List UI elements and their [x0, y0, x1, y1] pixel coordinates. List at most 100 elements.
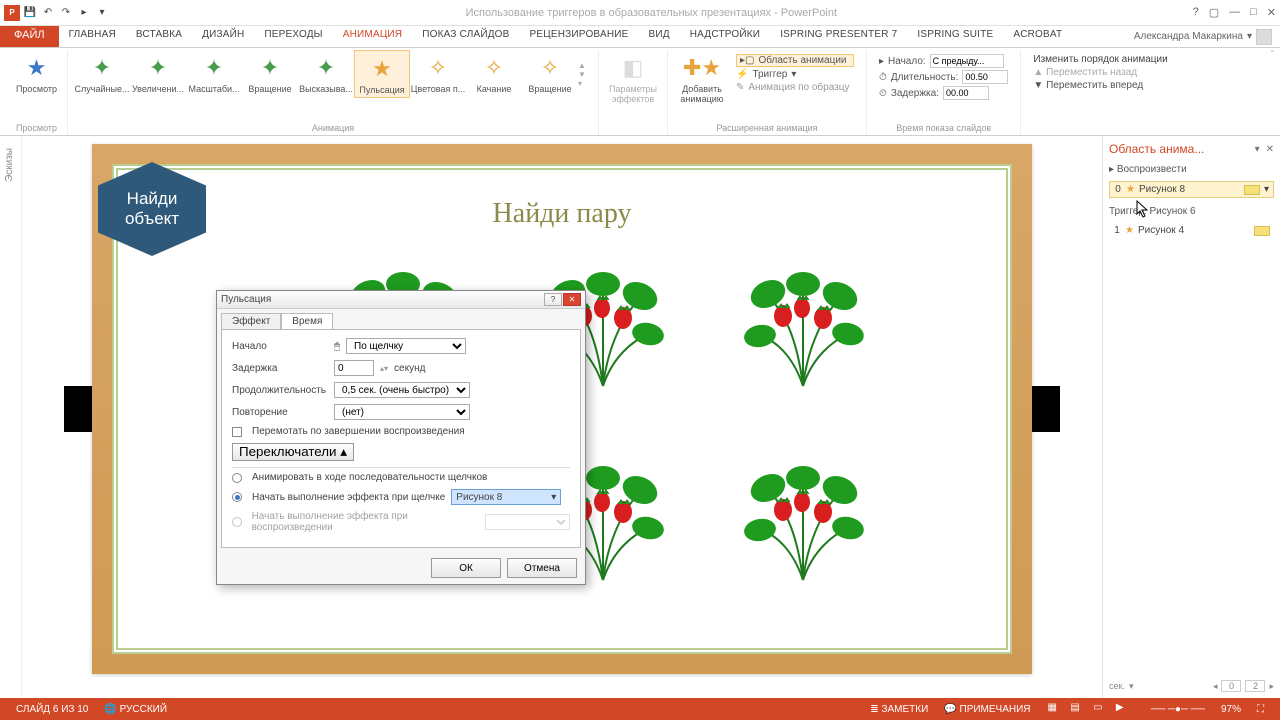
d-onclick-object[interactable]: Рисунок 8▾ [451, 489, 561, 505]
anim-item-2[interactable]: 1★ Рисунок 4 [1109, 223, 1274, 238]
sorter-view-icon[interactable]: ▤ [1070, 702, 1088, 716]
dialog-tab-timing[interactable]: Время [281, 313, 333, 329]
save-icon[interactable]: 💾 [22, 5, 38, 21]
pane-menu-icon[interactable]: ▾ [1255, 144, 1260, 155]
dialog-titlebar[interactable]: Пульсация ?✕ [217, 291, 585, 309]
effect-teeter2[interactable]: ✧Качание [466, 50, 522, 98]
status-bar: СЛАЙД 6 ИЗ 10 🌐 РУССКИЙ ≣ ЗАМЕТКИ 💬 ПРИМ… [0, 698, 1280, 720]
comments-button[interactable]: 💬 ПРИМЕЧАНИЯ [936, 704, 1038, 715]
tab-transitions[interactable]: ПЕРЕХОДЫ [254, 26, 332, 47]
app-icon: P [4, 5, 20, 21]
minimize-icon[interactable]: — [1229, 6, 1240, 19]
cancel-button[interactable]: Отмена [507, 558, 577, 578]
tab-ispring7[interactable]: ISPRING PRESENTER 7 [770, 26, 907, 47]
preview-button[interactable]: ★Просмотр [9, 50, 65, 96]
avatar [1256, 29, 1272, 45]
animation-pane-button[interactable]: ▸▢ Область анимации [736, 54, 854, 67]
thumbnails-tab[interactable]: Эскизы [0, 136, 19, 194]
tab-ispring[interactable]: iSpring Suite [907, 26, 1003, 47]
d-radio-sequence[interactable] [232, 473, 242, 483]
connector-right [1032, 386, 1060, 432]
close-icon[interactable]: ✕ [1267, 6, 1276, 19]
collapse-ribbon-icon[interactable]: ˆ [1271, 50, 1274, 61]
ribbon-tabs: ФАЙЛ ГЛАВНАЯ ВСТАВКА ДИЗАЙН ПЕРЕХОДЫ АНИ… [0, 26, 1280, 48]
effect-dialog: Пульсация ?✕ Эффект Время Начало 🖱По щел… [216, 290, 586, 585]
help-icon[interactable]: ? [1193, 6, 1199, 19]
move-later-button[interactable]: ▼ Переместить вперед [1033, 80, 1167, 91]
duration-input[interactable] [962, 70, 1008, 84]
d-onplay-object [485, 514, 570, 530]
d-start-select[interactable]: По щелчку [346, 338, 466, 354]
group-preview: Просмотр [16, 123, 57, 135]
tab-addins[interactable]: НАДСТРОЙКИ [680, 26, 770, 47]
tab-design[interactable]: ДИЗАЙН [192, 26, 254, 47]
plant-6[interactable] [728, 450, 878, 590]
plant-3[interactable] [728, 256, 878, 396]
duration-label: Длительность: [891, 72, 959, 83]
effect-pulse[interactable]: ★Пульсация [354, 50, 410, 98]
qat-more-icon[interactable]: ▾ [94, 5, 110, 21]
dialog-close-icon[interactable]: ✕ [563, 293, 581, 306]
item-menu-icon[interactable]: ▾ [1264, 184, 1269, 195]
move-earlier-button[interactable]: ▲ Переместить назад [1033, 67, 1167, 78]
ok-button[interactable]: ОК [431, 558, 501, 578]
startshow-icon[interactable]: ▸ [76, 5, 92, 21]
reading-view-icon[interactable]: ▭ [1093, 702, 1111, 716]
play-button[interactable]: ▸ Воспроизвести [1109, 164, 1274, 175]
d-dur-select[interactable]: 0,5 сек. (очень быстро) [334, 382, 470, 398]
redo-icon[interactable]: ↷ [58, 5, 74, 21]
slide-indicator[interactable]: СЛАЙД 6 ИЗ 10 [8, 704, 96, 715]
group-timing: Время показа слайдов [896, 123, 991, 135]
preview-label: Просмотр [16, 84, 57, 94]
tab-home[interactable]: ГЛАВНАЯ [59, 26, 126, 47]
fit-icon[interactable]: ⛶ [1249, 704, 1272, 715]
add-animation-button[interactable]: ✚★Добавить анимацию [674, 50, 730, 106]
undo-icon[interactable]: ↶ [40, 5, 56, 21]
tab-review[interactable]: РЕЦЕНЗИРОВАНИЕ [520, 26, 639, 47]
timing-bar [1254, 226, 1270, 236]
notes-button[interactable]: ≣ ЗАМЕТКИ [862, 704, 936, 715]
effect-scale[interactable]: ✦Масштаби... [186, 50, 242, 98]
d-delay-input[interactable] [334, 360, 374, 376]
tab-slideshow[interactable]: ПОКАЗ СЛАЙДОВ [412, 26, 519, 47]
tab-acrobat[interactable]: ACROBAT [1003, 26, 1072, 47]
delay-input[interactable] [943, 86, 989, 100]
tab-insert[interactable]: ВСТАВКА [126, 26, 192, 47]
d-rewind-check[interactable] [232, 427, 242, 437]
lang-indicator[interactable]: 🌐 РУССКИЙ [96, 704, 175, 715]
pane-close-icon[interactable]: ✕ [1266, 144, 1274, 155]
d-radio-sequence-label: Анимировать в ходе последовательности ще… [252, 472, 487, 483]
effect-random[interactable]: ✦Случайные... [74, 50, 130, 98]
tab-file[interactable]: ФАЙЛ [0, 26, 59, 47]
animation-pane: Область анима...▾✕ ▸ Воспроизвести 0★ Ри… [1102, 136, 1280, 698]
effect-zoom[interactable]: ✦Увеличени... [130, 50, 186, 98]
ribbonopt-icon[interactable]: ▢ [1209, 6, 1219, 19]
effect-color[interactable]: ✧Цветовая п... [410, 50, 466, 98]
normal-view-icon[interactable]: ▦ [1048, 702, 1066, 716]
anim-item-1[interactable]: 0★ Рисунок 8 ▾ [1109, 181, 1274, 198]
time-nav: сек. ▾ ◂02▸ [1109, 680, 1274, 692]
trigger-button[interactable]: ⚡ Триггер ▾ [736, 69, 854, 80]
start-input[interactable] [930, 54, 1004, 68]
tab-view[interactable]: ВИД [639, 26, 680, 47]
group-animation: Анимация [312, 123, 354, 135]
dialog-tab-effect[interactable]: Эффект [221, 313, 281, 329]
slideshow-view-icon[interactable]: ▶ [1116, 702, 1134, 716]
zoom-controls[interactable]: ── ─●─ ── [1143, 704, 1213, 715]
effect-spin[interactable]: ✦Вращение [242, 50, 298, 98]
d-repeat-select[interactable]: (нет) [334, 404, 470, 420]
d-rewind-label: Перемотать по завершении воспроизведения [252, 426, 465, 437]
dialog-help-icon[interactable]: ? [544, 293, 562, 306]
maximize-icon[interactable]: □ [1250, 6, 1257, 19]
tab-animations[interactable]: АНИМАЦИЯ [333, 26, 413, 47]
user-account[interactable]: Александра Макаркина▾ [1126, 26, 1280, 47]
slide-title[interactable]: Найди пару [118, 170, 1006, 230]
zoom-value[interactable]: 97% [1213, 704, 1249, 715]
user-name: Александра Макаркина [1134, 31, 1243, 42]
gallery-more-icon[interactable]: ▲▼▾ [578, 50, 592, 98]
animation-painter-button[interactable]: ✎ Анимация по образцу [736, 82, 854, 93]
effect-teeter1[interactable]: ✦Высказыва... [298, 50, 354, 98]
effect-spin2[interactable]: ✧Вращение [522, 50, 578, 98]
d-triggers-button[interactable]: Переключатели ▴ [232, 443, 354, 461]
d-radio-onclick[interactable] [232, 492, 242, 502]
